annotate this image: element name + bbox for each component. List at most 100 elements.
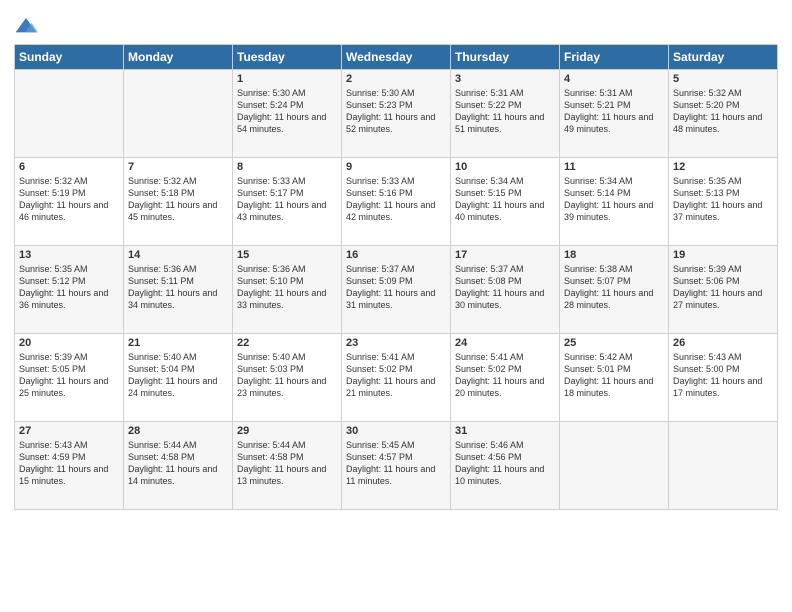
day-number: 20 — [19, 337, 119, 349]
cell-info: Sunrise: 5:37 AM Sunset: 5:08 PM Dayligh… — [455, 263, 555, 312]
calendar-cell — [15, 70, 124, 158]
cell-info: Sunrise: 5:42 AM Sunset: 5:01 PM Dayligh… — [564, 351, 664, 400]
calendar-header-row: SundayMondayTuesdayWednesdayThursdayFrid… — [15, 45, 778, 70]
calendar-cell: 5 Sunrise: 5:32 AM Sunset: 5:20 PM Daylig… — [669, 70, 778, 158]
day-number: 25 — [564, 337, 664, 349]
cell-info: Sunrise: 5:35 AM Sunset: 5:12 PM Dayligh… — [19, 263, 119, 312]
cell-info: Sunrise: 5:43 AM Sunset: 4:59 PM Dayligh… — [19, 439, 119, 488]
calendar-cell: 3 Sunrise: 5:31 AM Sunset: 5:22 PM Daylig… — [451, 70, 560, 158]
calendar-cell: 18Sunrise: 5:38 AM Sunset: 5:07 PM Dayli… — [560, 246, 669, 334]
calendar-cell — [124, 70, 233, 158]
calendar-cell: 17 Sunrise: 5:37 AM Sunset: 5:08 PM Dayli… — [451, 246, 560, 334]
page-header — [14, 10, 778, 36]
cell-info: Sunrise: 5:32 AM Sunset: 5:18 PM Dayligh… — [128, 175, 228, 224]
calendar-cell: 31 Sunrise: 5:46 AM Sunset: 4:56 PM Dayli… — [451, 422, 560, 510]
day-number: 10 — [455, 161, 555, 173]
page-container: SundayMondayTuesdayWednesdayThursdayFrid… — [0, 0, 792, 524]
day-number: 6 — [19, 161, 119, 173]
calendar-week-row: 6 Sunrise: 5:32 AM Sunset: 5:19 PM Daylig… — [15, 158, 778, 246]
cell-info: Sunrise: 5:40 AM Sunset: 5:04 PM Dayligh… — [128, 351, 228, 400]
calendar-cell: 27 Sunrise: 5:43 AM Sunset: 4:59 PM Dayli… — [15, 422, 124, 510]
cell-info: Sunrise: 5:32 AM Sunset: 5:20 PM Dayligh… — [673, 87, 773, 136]
cell-info: Sunrise: 5:31 AM Sunset: 5:22 PM Dayligh… — [455, 87, 555, 136]
cell-info: Sunrise: 5:37 AM Sunset: 5:09 PM Dayligh… — [346, 263, 446, 312]
cell-info: Sunrise: 5:43 AM Sunset: 5:00 PM Dayligh… — [673, 351, 773, 400]
day-number: 5 — [673, 73, 773, 85]
calendar-cell: 28Sunrise: 5:44 AM Sunset: 4:58 PM Dayli… — [124, 422, 233, 510]
calendar-cell: 20 Sunrise: 5:39 AM Sunset: 5:05 PM Dayli… — [15, 334, 124, 422]
cell-info: Sunrise: 5:30 AM Sunset: 5:23 PM Dayligh… — [346, 87, 446, 136]
column-header-saturday: Saturday — [669, 45, 778, 70]
cell-info: Sunrise: 5:34 AM Sunset: 5:15 PM Dayligh… — [455, 175, 555, 224]
cell-info: Sunrise: 5:41 AM Sunset: 5:02 PM Dayligh… — [455, 351, 555, 400]
day-number: 30 — [346, 425, 446, 437]
column-header-friday: Friday — [560, 45, 669, 70]
cell-info: Sunrise: 5:44 AM Sunset: 4:58 PM Dayligh… — [237, 439, 337, 488]
calendar-cell: 21 Sunrise: 5:40 AM Sunset: 5:04 PM Dayli… — [124, 334, 233, 422]
calendar-cell: 12 Sunrise: 5:35 AM Sunset: 5:13 PM Dayli… — [669, 158, 778, 246]
cell-info: Sunrise: 5:36 AM Sunset: 5:10 PM Dayligh… — [237, 263, 337, 312]
day-number: 15 — [237, 249, 337, 261]
calendar-cell: 16 Sunrise: 5:37 AM Sunset: 5:09 PM Dayli… — [342, 246, 451, 334]
cell-info: Sunrise: 5:39 AM Sunset: 5:05 PM Dayligh… — [19, 351, 119, 400]
cell-info: Sunrise: 5:34 AM Sunset: 5:14 PM Dayligh… — [564, 175, 664, 224]
calendar-table: SundayMondayTuesdayWednesdayThursdayFrid… — [14, 44, 778, 510]
calendar-cell: 4 Sunrise: 5:31 AM Sunset: 5:21 PM Daylig… — [560, 70, 669, 158]
calendar-cell: 9Sunrise: 5:33 AM Sunset: 5:16 PM Daylig… — [342, 158, 451, 246]
cell-info: Sunrise: 5:39 AM Sunset: 5:06 PM Dayligh… — [673, 263, 773, 312]
cell-info: Sunrise: 5:44 AM Sunset: 4:58 PM Dayligh… — [128, 439, 228, 488]
column-header-wednesday: Wednesday — [342, 45, 451, 70]
day-number: 31 — [455, 425, 555, 437]
cell-info: Sunrise: 5:35 AM Sunset: 5:13 PM Dayligh… — [673, 175, 773, 224]
logo — [14, 16, 42, 36]
cell-info: Sunrise: 5:46 AM Sunset: 4:56 PM Dayligh… — [455, 439, 555, 488]
day-number: 18 — [564, 249, 664, 261]
calendar-cell — [669, 422, 778, 510]
calendar-cell: 7 Sunrise: 5:32 AM Sunset: 5:18 PM Daylig… — [124, 158, 233, 246]
day-number: 22 — [237, 337, 337, 349]
calendar-cell: 14 Sunrise: 5:36 AM Sunset: 5:11 PM Dayli… — [124, 246, 233, 334]
calendar-cell: 30 Sunrise: 5:45 AM Sunset: 4:57 PM Dayli… — [342, 422, 451, 510]
day-number: 4 — [564, 73, 664, 85]
day-number: 12 — [673, 161, 773, 173]
calendar-cell: 11 Sunrise: 5:34 AM Sunset: 5:14 PM Dayli… — [560, 158, 669, 246]
cell-info: Sunrise: 5:30 AM Sunset: 5:24 PM Dayligh… — [237, 87, 337, 136]
calendar-cell: 8Sunrise: 5:33 AM Sunset: 5:17 PM Daylig… — [233, 158, 342, 246]
day-number: 29 — [237, 425, 337, 437]
calendar-cell: 1 Sunrise: 5:30 AM Sunset: 5:24 PM Daylig… — [233, 70, 342, 158]
day-number: 8 — [237, 161, 337, 173]
day-number: 27 — [19, 425, 119, 437]
calendar-cell: 22 Sunrise: 5:40 AM Sunset: 5:03 PM Dayli… — [233, 334, 342, 422]
cell-info: Sunrise: 5:32 AM Sunset: 5:19 PM Dayligh… — [19, 175, 119, 224]
calendar-cell: 23Sunrise: 5:41 AM Sunset: 5:02 PM Dayli… — [342, 334, 451, 422]
day-number: 14 — [128, 249, 228, 261]
day-number: 21 — [128, 337, 228, 349]
day-number: 3 — [455, 73, 555, 85]
calendar-cell: 25 Sunrise: 5:42 AM Sunset: 5:01 PM Dayli… — [560, 334, 669, 422]
column-header-tuesday: Tuesday — [233, 45, 342, 70]
day-number: 11 — [564, 161, 664, 173]
calendar-cell: 2 Sunrise: 5:30 AM Sunset: 5:23 PM Daylig… — [342, 70, 451, 158]
logo-icon — [14, 16, 38, 36]
day-number: 2 — [346, 73, 446, 85]
day-number: 1 — [237, 73, 337, 85]
cell-info: Sunrise: 5:33 AM Sunset: 5:16 PM Dayligh… — [346, 175, 446, 224]
column-header-monday: Monday — [124, 45, 233, 70]
cell-info: Sunrise: 5:36 AM Sunset: 5:11 PM Dayligh… — [128, 263, 228, 312]
calendar-cell: 29 Sunrise: 5:44 AM Sunset: 4:58 PM Dayli… — [233, 422, 342, 510]
calendar-week-row: 27 Sunrise: 5:43 AM Sunset: 4:59 PM Dayli… — [15, 422, 778, 510]
cell-info: Sunrise: 5:45 AM Sunset: 4:57 PM Dayligh… — [346, 439, 446, 488]
calendar-cell: 26Sunrise: 5:43 AM Sunset: 5:00 PM Dayli… — [669, 334, 778, 422]
column-header-sunday: Sunday — [15, 45, 124, 70]
cell-info: Sunrise: 5:31 AM Sunset: 5:21 PM Dayligh… — [564, 87, 664, 136]
day-number: 19 — [673, 249, 773, 261]
day-number: 17 — [455, 249, 555, 261]
day-number: 7 — [128, 161, 228, 173]
day-number: 13 — [19, 249, 119, 261]
day-number: 23 — [346, 337, 446, 349]
calendar-week-row: 1 Sunrise: 5:30 AM Sunset: 5:24 PM Daylig… — [15, 70, 778, 158]
calendar-cell: 6 Sunrise: 5:32 AM Sunset: 5:19 PM Daylig… — [15, 158, 124, 246]
day-number: 16 — [346, 249, 446, 261]
cell-info: Sunrise: 5:40 AM Sunset: 5:03 PM Dayligh… — [237, 351, 337, 400]
day-number: 24 — [455, 337, 555, 349]
